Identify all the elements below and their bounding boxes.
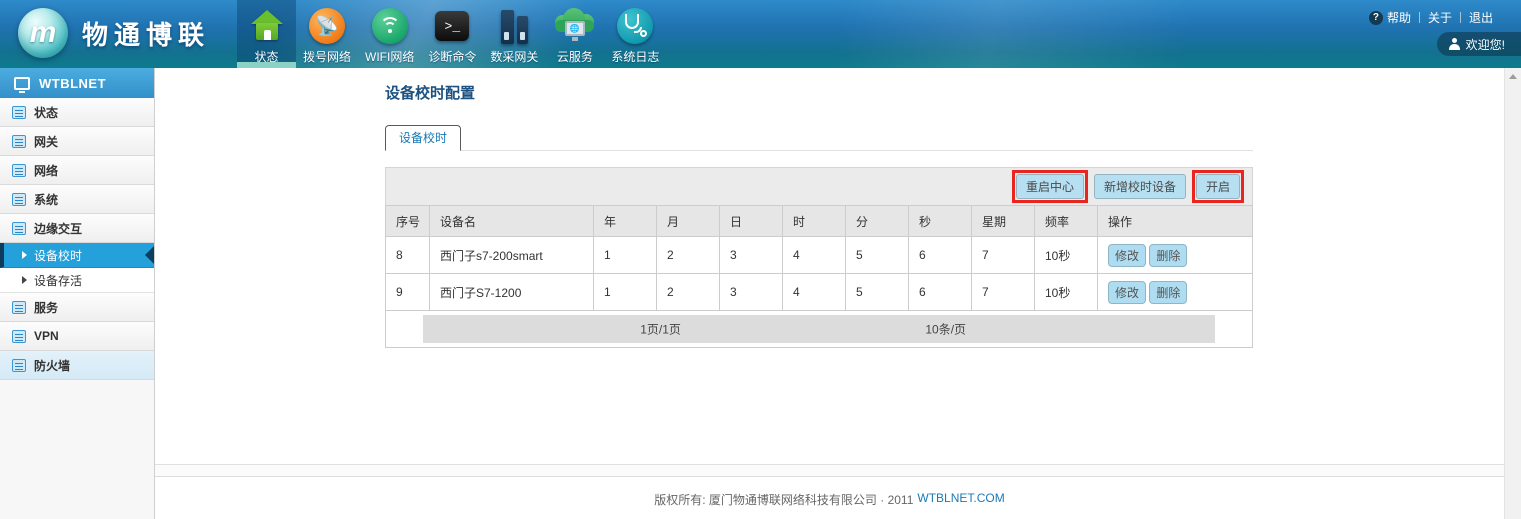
nav-data-gateway[interactable]: 数采网关 xyxy=(483,0,545,68)
list-icon xyxy=(12,106,26,119)
pagination-bar[interactable]: 1页/1页 10条/页 xyxy=(423,315,1215,343)
question-icon: ? xyxy=(1369,11,1383,25)
terminal-icon: >_ xyxy=(435,6,469,46)
divider xyxy=(1460,12,1461,23)
col-day: 日 xyxy=(720,206,783,237)
home-icon xyxy=(250,6,284,46)
list-icon xyxy=(12,193,26,206)
sidebar-item-status[interactable]: 状态 xyxy=(0,98,154,127)
edit-button[interactable]: 修改 xyxy=(1108,281,1146,304)
annotation-box-restart: 重启中心 xyxy=(1012,170,1088,203)
col-year: 年 xyxy=(594,206,657,237)
about-link[interactable]: 关于 xyxy=(1428,9,1452,26)
welcome-text: 欢迎您! xyxy=(1466,36,1505,53)
caret-right-icon xyxy=(22,251,27,259)
sidebar-item-gateway[interactable]: 网关 xyxy=(0,127,154,156)
header-links: ? 帮助 关于 退出 xyxy=(1369,9,1493,26)
restart-center-button[interactable]: 重启中心 xyxy=(1016,174,1084,199)
sidebar-subitem-device-alive[interactable]: 设备存活 xyxy=(0,268,154,293)
brand-name: 物通博联 xyxy=(82,15,210,52)
divider xyxy=(1419,12,1420,23)
tab-bar: 设备校时 xyxy=(385,125,1253,151)
col-seq: 序号 xyxy=(386,206,430,237)
nav-cloud-service[interactable]: 🌐 云服务 xyxy=(545,0,604,68)
logout-link[interactable]: 退出 xyxy=(1469,9,1493,26)
list-icon xyxy=(12,164,26,177)
tab-device-timing[interactable]: 设备校时 xyxy=(385,125,461,151)
edit-button[interactable]: 修改 xyxy=(1108,244,1146,267)
col-week: 星期 xyxy=(972,206,1035,237)
vertical-scrollbar[interactable] xyxy=(1504,68,1521,519)
nav-system-log[interactable]: 系统日志 xyxy=(604,0,666,68)
enable-button[interactable]: 开启 xyxy=(1196,174,1240,199)
dial-network-icon: 📡 xyxy=(309,6,345,46)
wifi-icon xyxy=(372,6,408,46)
main-content: 设备校时配置 设备校时 重启中心 新增校时设备 开启 xyxy=(155,68,1504,464)
top-navigation: 状态 📡 拨号网络 WIFI网络 >_ 诊断命令 xyxy=(237,0,666,68)
nav-diagnostic-command[interactable]: >_ 诊断命令 xyxy=(421,0,483,68)
sidebar-item-edge-interaction[interactable]: 边缘交互 xyxy=(0,214,154,243)
delete-button[interactable]: 删除 xyxy=(1149,281,1187,304)
col-second: 秒 xyxy=(909,206,972,237)
col-hour: 时 xyxy=(783,206,846,237)
add-timing-device-button[interactable]: 新增校时设备 xyxy=(1094,174,1186,199)
footer-divider xyxy=(155,464,1504,477)
brand-logo-icon: m xyxy=(18,8,68,58)
scroll-up-arrow-icon[interactable] xyxy=(1505,68,1521,85)
sidebar-title: WTBLNET xyxy=(0,68,154,98)
help-link[interactable]: ? 帮助 xyxy=(1369,9,1411,26)
sidebar-subitem-device-timing[interactable]: 设备校时 xyxy=(0,243,154,268)
list-icon xyxy=(12,301,26,314)
list-icon xyxy=(12,330,26,343)
delete-button[interactable]: 删除 xyxy=(1149,244,1187,267)
pagination-row: 1页/1页 10条/页 xyxy=(386,311,1253,348)
user-icon xyxy=(1449,38,1460,50)
table-row: 8 西门子s7-200smart 1 2 3 4 5 6 7 10秒 修改 xyxy=(386,237,1253,274)
wtblnet-link[interactable]: WTBLNET.COM xyxy=(917,491,1004,505)
copyright-text: 版权所有: 厦门物通博联网络科技有限公司 · 2011 xyxy=(654,491,913,508)
sidebar-item-network[interactable]: 网络 xyxy=(0,156,154,185)
nav-dial-network[interactable]: 📡 拨号网络 xyxy=(296,0,358,68)
page-indicator: 1页/1页 xyxy=(640,321,681,338)
welcome-badge[interactable]: 欢迎您! xyxy=(1437,32,1521,56)
brand-logo: m 物通博联 xyxy=(18,8,210,58)
col-minute: 分 xyxy=(846,206,909,237)
col-actions: 操作 xyxy=(1098,206,1253,237)
stethoscope-icon xyxy=(617,6,653,46)
sidebar-item-vpn[interactable]: VPN xyxy=(0,322,154,351)
nav-wifi-network[interactable]: WIFI网络 xyxy=(358,0,421,68)
table-row: 9 西门子S7-1200 1 2 3 4 5 6 7 10秒 修改 xyxy=(386,274,1253,311)
footer: 版权所有: 厦门物通博联网络科技有限公司 · 2011 WTBLNET.COM xyxy=(155,477,1504,519)
monitor-icon xyxy=(14,77,30,90)
sidebar-item-firewall[interactable]: 防火墙 xyxy=(0,351,154,380)
nav-status[interactable]: 状态 xyxy=(237,0,296,68)
page-title: 设备校时配置 xyxy=(385,82,1253,103)
list-icon xyxy=(12,222,26,235)
device-timing-table: 序号 设备名 年 月 日 时 分 秒 星期 频率 操作 xyxy=(385,205,1253,348)
caret-right-icon xyxy=(22,276,27,284)
app-header: m 物通博联 状态 📡 拨号网络 WIFI网络 >_ xyxy=(0,0,1521,68)
table-header-row: 序号 设备名 年 月 日 时 分 秒 星期 频率 操作 xyxy=(386,206,1253,237)
col-device-name: 设备名 xyxy=(430,206,594,237)
gateway-icon xyxy=(501,6,528,46)
table-toolbar: 重启中心 新增校时设备 开启 xyxy=(385,167,1253,205)
sidebar-item-service[interactable]: 服务 xyxy=(0,293,154,322)
page-size-indicator: 10条/页 xyxy=(925,321,966,338)
annotation-box-enable: 开启 xyxy=(1192,170,1244,203)
list-icon xyxy=(12,359,26,372)
col-month: 月 xyxy=(657,206,720,237)
sidebar-item-system[interactable]: 系统 xyxy=(0,185,154,214)
sidebar: WTBLNET 状态 网关 网络 系统 边缘交互 设备校时 设备 xyxy=(0,68,155,519)
col-frequency: 频率 xyxy=(1035,206,1098,237)
selected-notch xyxy=(145,246,154,264)
cloud-icon: 🌐 xyxy=(555,6,595,46)
list-icon xyxy=(12,135,26,148)
